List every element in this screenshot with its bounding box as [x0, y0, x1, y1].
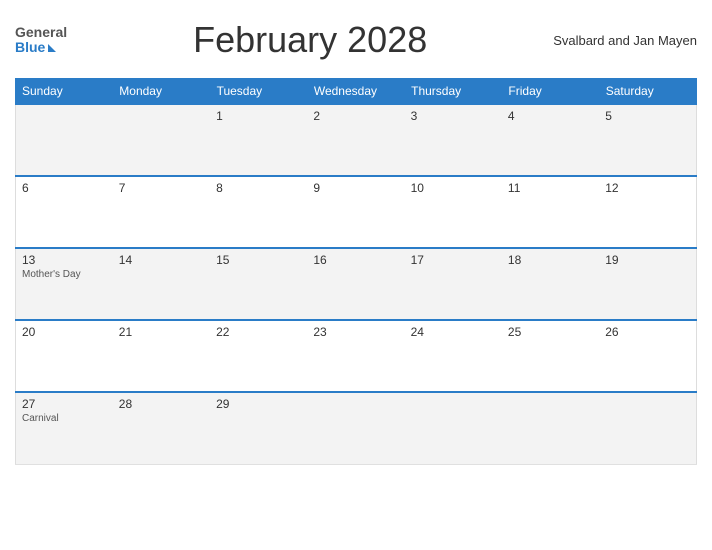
- calendar-cell: 26: [599, 320, 696, 392]
- day-number: 10: [411, 181, 496, 195]
- calendar-cell: [599, 392, 696, 464]
- day-number: 16: [313, 253, 398, 267]
- calendar-cell: 29: [210, 392, 307, 464]
- calendar-cell: 12: [599, 176, 696, 248]
- calendar-cell: 7: [113, 176, 210, 248]
- calendar-week-row: 13 Mother's Day 14 15 16 17 18 19: [16, 248, 697, 320]
- calendar-cell: 11: [502, 176, 599, 248]
- calendar-cell: [113, 104, 210, 176]
- month-title: February 2028: [67, 19, 553, 61]
- day-number: 6: [22, 181, 107, 195]
- day-number: 17: [411, 253, 496, 267]
- day-number: 9: [313, 181, 398, 195]
- day-number: 28: [119, 397, 204, 411]
- calendar-cell: 5: [599, 104, 696, 176]
- day-number: 8: [216, 181, 301, 195]
- calendar-cell: 4: [502, 104, 599, 176]
- calendar-week-row: 20 21 22 23 24 25 26: [16, 320, 697, 392]
- logo-general-text: General: [15, 25, 67, 40]
- day-number: 2: [313, 109, 398, 123]
- day-number: 20: [22, 325, 107, 339]
- logo-blue-text: Blue: [15, 40, 67, 55]
- calendar-week-row: 12345: [16, 104, 697, 176]
- col-thursday: Thursday: [405, 79, 502, 105]
- calendar-table: Sunday Monday Tuesday Wednesday Thursday…: [15, 78, 697, 465]
- calendar-cell: 25: [502, 320, 599, 392]
- day-number: 19: [605, 253, 690, 267]
- day-number: 27: [22, 397, 107, 411]
- calendar-cell: 10: [405, 176, 502, 248]
- calendar-header: General Blue February 2028 Svalbard and …: [15, 10, 697, 70]
- col-friday: Friday: [502, 79, 599, 105]
- calendar-cell: 2: [307, 104, 404, 176]
- calendar-cell: 24: [405, 320, 502, 392]
- day-event: Carnival: [22, 413, 107, 424]
- day-number: 18: [508, 253, 593, 267]
- day-number: 26: [605, 325, 690, 339]
- logo-triangle-icon: [48, 44, 56, 52]
- col-monday: Monday: [113, 79, 210, 105]
- day-number: 15: [216, 253, 301, 267]
- day-number: 4: [508, 109, 593, 123]
- day-number: 25: [508, 325, 593, 339]
- calendar-cell: 23: [307, 320, 404, 392]
- day-event: Mother's Day: [22, 269, 107, 280]
- calendar-cell: 14: [113, 248, 210, 320]
- calendar-cell: 28: [113, 392, 210, 464]
- calendar-cell: [16, 104, 113, 176]
- logo: General Blue: [15, 25, 67, 56]
- calendar-cell: [502, 392, 599, 464]
- day-number: 7: [119, 181, 204, 195]
- day-number: 29: [216, 397, 301, 411]
- day-number: 1: [216, 109, 301, 123]
- calendar-cell: 20: [16, 320, 113, 392]
- calendar-cell: 16: [307, 248, 404, 320]
- calendar-cell: 1: [210, 104, 307, 176]
- calendar-cell: 6: [16, 176, 113, 248]
- calendar-cell: 19: [599, 248, 696, 320]
- calendar-cell: 22: [210, 320, 307, 392]
- calendar-cell: 21: [113, 320, 210, 392]
- calendar-cell: 15: [210, 248, 307, 320]
- calendar-week-row: 27 Carnival 28 29: [16, 392, 697, 464]
- day-number: 12: [605, 181, 690, 195]
- calendar-cell: 27 Carnival: [16, 392, 113, 464]
- day-number: 24: [411, 325, 496, 339]
- calendar-week-row: 6789 10 11 12: [16, 176, 697, 248]
- calendar-page: General Blue February 2028 Svalbard and …: [0, 0, 712, 550]
- calendar-cell: 3: [405, 104, 502, 176]
- col-saturday: Saturday: [599, 79, 696, 105]
- day-number: 23: [313, 325, 398, 339]
- day-number: 21: [119, 325, 204, 339]
- calendar-cell: 18: [502, 248, 599, 320]
- calendar-cell: 8: [210, 176, 307, 248]
- day-number: 13: [22, 253, 107, 267]
- day-number: 3: [411, 109, 496, 123]
- calendar-cell: [307, 392, 404, 464]
- calendar-cell: 17: [405, 248, 502, 320]
- calendar-cell: 13 Mother's Day: [16, 248, 113, 320]
- calendar-cell: 9: [307, 176, 404, 248]
- col-wednesday: Wednesday: [307, 79, 404, 105]
- day-number: 22: [216, 325, 301, 339]
- region-label: Svalbard and Jan Mayen: [553, 33, 697, 48]
- day-number: 14: [119, 253, 204, 267]
- calendar-header-row: Sunday Monday Tuesday Wednesday Thursday…: [16, 79, 697, 105]
- col-sunday: Sunday: [16, 79, 113, 105]
- col-tuesday: Tuesday: [210, 79, 307, 105]
- day-number: 5: [605, 109, 690, 123]
- calendar-cell: [405, 392, 502, 464]
- day-number: 11: [508, 181, 593, 195]
